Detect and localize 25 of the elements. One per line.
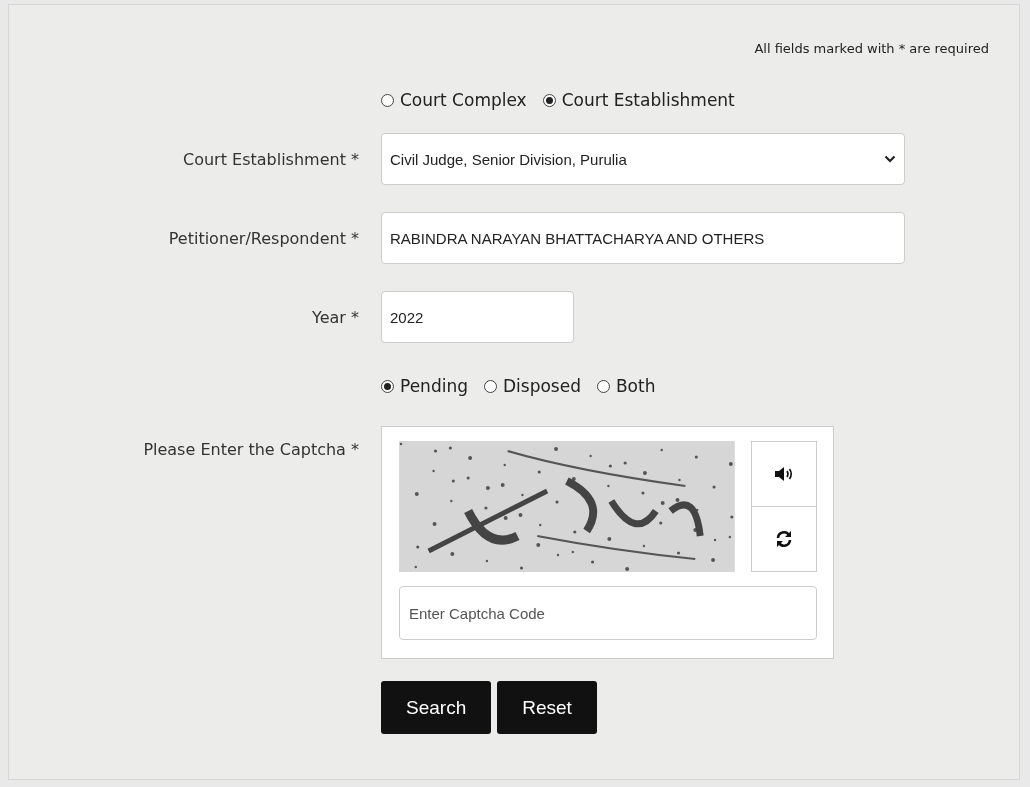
refresh-icon	[774, 530, 793, 548]
reset-button[interactable]: Reset	[497, 681, 597, 734]
search-button[interactable]: Search	[381, 681, 492, 734]
field-label: Petitioner/Respondent *	[167, 228, 359, 248]
case-status-option[interactable]: Disposed	[483, 376, 581, 396]
captcha-input[interactable]: Enter Captcha Code	[399, 586, 817, 640]
radio-label: Both	[615, 376, 656, 396]
court-establishment-select[interactable]: Civil Judge, Senior Division, Purulia	[381, 133, 905, 185]
radio-button[interactable]	[381, 93, 394, 107]
required-note: All fields marked with * are required	[753, 41, 989, 58]
radio-button[interactable]	[483, 379, 497, 393]
field-label: Court Establishment *	[182, 149, 359, 169]
petitioner-field[interactable]: RABINDRA NARAYAN BHATTACHARYA AND OTHERS	[381, 212, 905, 264]
speaker-icon	[773, 466, 794, 482]
case-status-option[interactable]: Pending	[381, 376, 468, 396]
year-field[interactable]: 2022	[381, 291, 574, 343]
field-label: Please Enter the Captcha *	[142, 439, 359, 459]
radio-button[interactable]	[381, 379, 394, 393]
radio-label: Disposed	[502, 376, 581, 396]
case-status-option[interactable]: Both	[596, 376, 656, 396]
field-label: Year *	[311, 307, 359, 327]
radio-button[interactable]	[596, 379, 610, 393]
radio-label: Pending	[400, 376, 468, 396]
chevron-icon	[884, 155, 896, 163]
radio-button[interactable]	[542, 93, 556, 107]
